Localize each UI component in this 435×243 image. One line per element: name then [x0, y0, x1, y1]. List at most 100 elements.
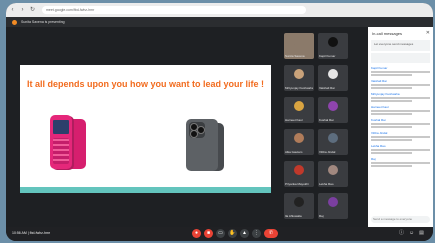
present-icon[interactable]: ▲ — [240, 229, 249, 238]
chat-messages: Kapil Kumar Vaishali Rai Mrityunjay Kushwa… — [368, 66, 433, 167]
chat-sender: Harneet Kaur — [371, 105, 389, 109]
participant-tile[interactable]: Lekha Rao — [318, 161, 348, 187]
raise-hand-icon[interactable]: ✋ — [228, 229, 237, 238]
participant-name: Harneet Kaur — [285, 118, 303, 122]
participant-name: Lekha Rao — [319, 182, 334, 186]
chat-text-line — [371, 84, 430, 86]
smartphone-back-image — [186, 119, 218, 171]
chat-sender: Kapil Kumar — [371, 66, 388, 70]
chat-text-line — [371, 113, 413, 115]
avatar — [294, 101, 304, 111]
avatar — [294, 133, 304, 143]
info-icon[interactable]: ⓘ — [398, 230, 405, 237]
chat-sender: Kushal Rai — [371, 118, 386, 122]
chat-title: In-call messages — [372, 31, 403, 36]
chat-text-line — [371, 71, 430, 73]
chat-message: Kapil Kumar — [371, 66, 430, 76]
phone-screen — [53, 120, 69, 134]
avatar — [328, 101, 338, 111]
meeting-time-code: 10:56 AM | fbd-fwhz-hmr — [12, 231, 51, 235]
chat-panel: In-call messages ✕ Let everyone send mes… — [368, 27, 433, 227]
chat-message: Raj — [371, 157, 430, 167]
chat-text-line — [371, 100, 413, 102]
participant-name: Priyanka Mayukhi — [285, 182, 309, 186]
chat-permission-toggle[interactable]: Let everyone send messages — [371, 40, 430, 51]
forward-icon[interactable]: › — [19, 7, 26, 14]
chat-text-line — [371, 97, 430, 99]
camera-module — [189, 122, 205, 138]
chat-message: Vibha Jindal — [371, 131, 430, 141]
presenting-label: Sunita Saxena is presenting — [21, 20, 65, 24]
chat-message: Harneet Kaur — [371, 105, 430, 115]
chat-text-line — [371, 74, 413, 76]
chat-sender: Vaishali Rai — [371, 79, 387, 83]
chat-message: Lekha Rao — [371, 144, 430, 154]
participant-tile[interactable]: Alka Gautam — [284, 129, 314, 155]
presenting-strip: Sunita Saxena is presenting — [6, 17, 433, 27]
address-bar[interactable]: meet.google.com/fbd-fwhz-hmr — [42, 6, 306, 14]
chat-message: Mrityunjay Kushwaha — [371, 92, 430, 102]
chat-text-line — [371, 87, 413, 89]
reload-icon[interactable]: ↻ — [29, 7, 36, 14]
chat-message: Kushal Rai — [371, 118, 430, 128]
participant-tile[interactable]: Raj — [318, 193, 348, 219]
slide-title: It all depends upon you how you want to … — [26, 79, 264, 89]
slide-footer-bar — [20, 187, 271, 193]
chat-info-note — [371, 53, 430, 63]
avatar — [294, 165, 304, 175]
captions-icon[interactable]: ▭ — [216, 229, 225, 238]
browser-toolbar: ‹ › ↻ meet.google.com/fbd-fwhz-hmr — [6, 3, 433, 17]
camera-off-icon[interactable]: ■ — [204, 229, 213, 238]
avatar — [328, 69, 338, 79]
participant-tile[interactable]: Kushal Rai — [318, 97, 348, 123]
participant-tile[interactable]: Sunita Saxena — [284, 33, 314, 59]
avatar — [294, 37, 304, 47]
chat-sender: Mrityunjay Kushwaha — [371, 92, 400, 96]
participant-name: Raj — [319, 214, 324, 218]
avatar — [328, 197, 338, 207]
chat-sender: Raj — [371, 157, 376, 161]
participant-tile[interactable]: Vibha Jindal — [318, 129, 348, 155]
chat-text-line — [371, 123, 430, 125]
avatar — [294, 69, 304, 79]
participant-tile[interactable]: Mrityunjay Kushwaha — [284, 65, 314, 91]
chat-text-line — [371, 110, 430, 112]
mic-off-icon[interactable]: ● — [192, 229, 201, 238]
close-icon[interactable]: ✕ — [426, 30, 430, 36]
people-icon[interactable]: ☺ — [408, 230, 415, 237]
phone-keypad — [53, 138, 69, 164]
chat-text-line — [371, 149, 430, 151]
back-icon[interactable]: ‹ — [9, 7, 16, 14]
participant-tile[interactable]: Vaishali Rai — [318, 65, 348, 91]
chat-icon[interactable]: ▤ — [418, 230, 425, 237]
participant-name: Kapil Kumar — [319, 54, 336, 58]
meet-window: ‹ › ↻ meet.google.com/fbd-fwhz-hmr Sunit… — [6, 3, 433, 241]
presenting-icon — [12, 19, 17, 25]
avatar — [328, 165, 338, 175]
participant-name: Kushal Rai — [319, 118, 334, 122]
camera-lens-icon — [197, 126, 205, 134]
shared-slide: It all depends upon you how you want to … — [20, 65, 271, 193]
participant-name: Mrityunjay Kushwaha — [285, 86, 313, 90]
chat-text-line — [371, 139, 413, 141]
participant-tile[interactable]: Priyanka Mayukhi — [284, 161, 314, 187]
participant-name: Sunita Saxena — [285, 54, 305, 58]
participant-name: Vaishali Rai — [319, 86, 335, 90]
feature-phone-image — [50, 115, 72, 169]
chat-text-line — [371, 162, 430, 164]
chat-message: Vaishali Rai — [371, 79, 430, 89]
participant-name: Alka Gautam — [285, 150, 303, 154]
chat-text-line — [371, 165, 413, 167]
participant-tile[interactable]: Harneet Kaur — [284, 97, 314, 123]
more-options-icon[interactable]: ⋮ — [252, 229, 261, 238]
chat-sender: Vibha Jindal — [371, 131, 388, 135]
end-call-button[interactable]: ✆ — [264, 229, 278, 238]
chat-text-line — [371, 126, 413, 128]
chat-sender: Lekha Rao — [371, 144, 386, 148]
chat-text-line — [371, 136, 430, 138]
meeting-controls: 10:56 AM | fbd-fwhz-hmr ● ■ ▭ ✋ ▲ ⋮ ✆ ⓘ … — [6, 227, 433, 241]
chat-text-line — [371, 152, 413, 154]
participant-tile[interactable]: Kapil Kumar — [318, 33, 348, 59]
participant-tile[interactable]: Ila Ahluwalia — [284, 193, 314, 219]
chat-input[interactable]: Send a message to everyone — [371, 216, 430, 223]
